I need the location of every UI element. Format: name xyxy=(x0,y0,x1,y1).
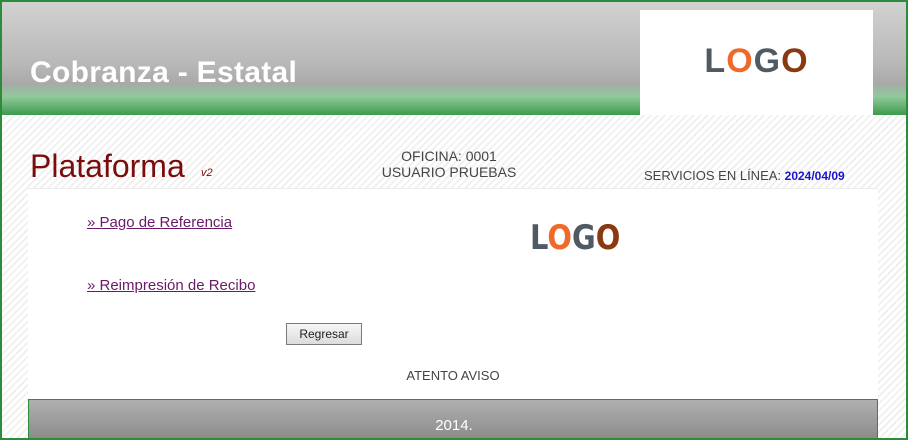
content-logo: LOGO xyxy=(530,218,621,258)
notice-text: ATENTO AVISO xyxy=(406,368,500,383)
app-frame: Cobranza - Estatal LOGO Plataforma v2 OF… xyxy=(0,0,908,440)
header-logo: LOGO xyxy=(640,10,873,115)
services-label: SERVICIOS EN LÍNEA: xyxy=(644,168,782,183)
header-banner: Cobranza - Estatal LOGO xyxy=(2,2,906,115)
platform-version: v2 xyxy=(201,167,213,179)
services-status: SERVICIOS EN LÍNEA: 2024/04/09 xyxy=(644,168,845,183)
pago-referencia-link[interactable]: » Pago de Referencia xyxy=(87,214,232,231)
user-name: USUARIO PRUEBAS xyxy=(381,164,517,180)
reimpresion-recibo-link[interactable]: » Reimpresión de Recibo xyxy=(87,277,255,294)
header-logo-text: LOGO xyxy=(704,42,809,80)
services-date: 2024/04/09 xyxy=(784,169,845,183)
footer: 2014. xyxy=(28,399,878,438)
app-title: Cobranza - Estatal xyxy=(30,56,298,89)
office-number: OFICINA: 0001 xyxy=(401,148,497,164)
platform-title: Plataforma xyxy=(30,148,185,184)
footer-text: 2014. xyxy=(435,417,473,434)
regresar-button[interactable]: Regresar xyxy=(286,323,362,345)
office-info: OFICINA: 0001 USUARIO PRUEBAS xyxy=(342,148,556,180)
divider xyxy=(28,188,878,189)
